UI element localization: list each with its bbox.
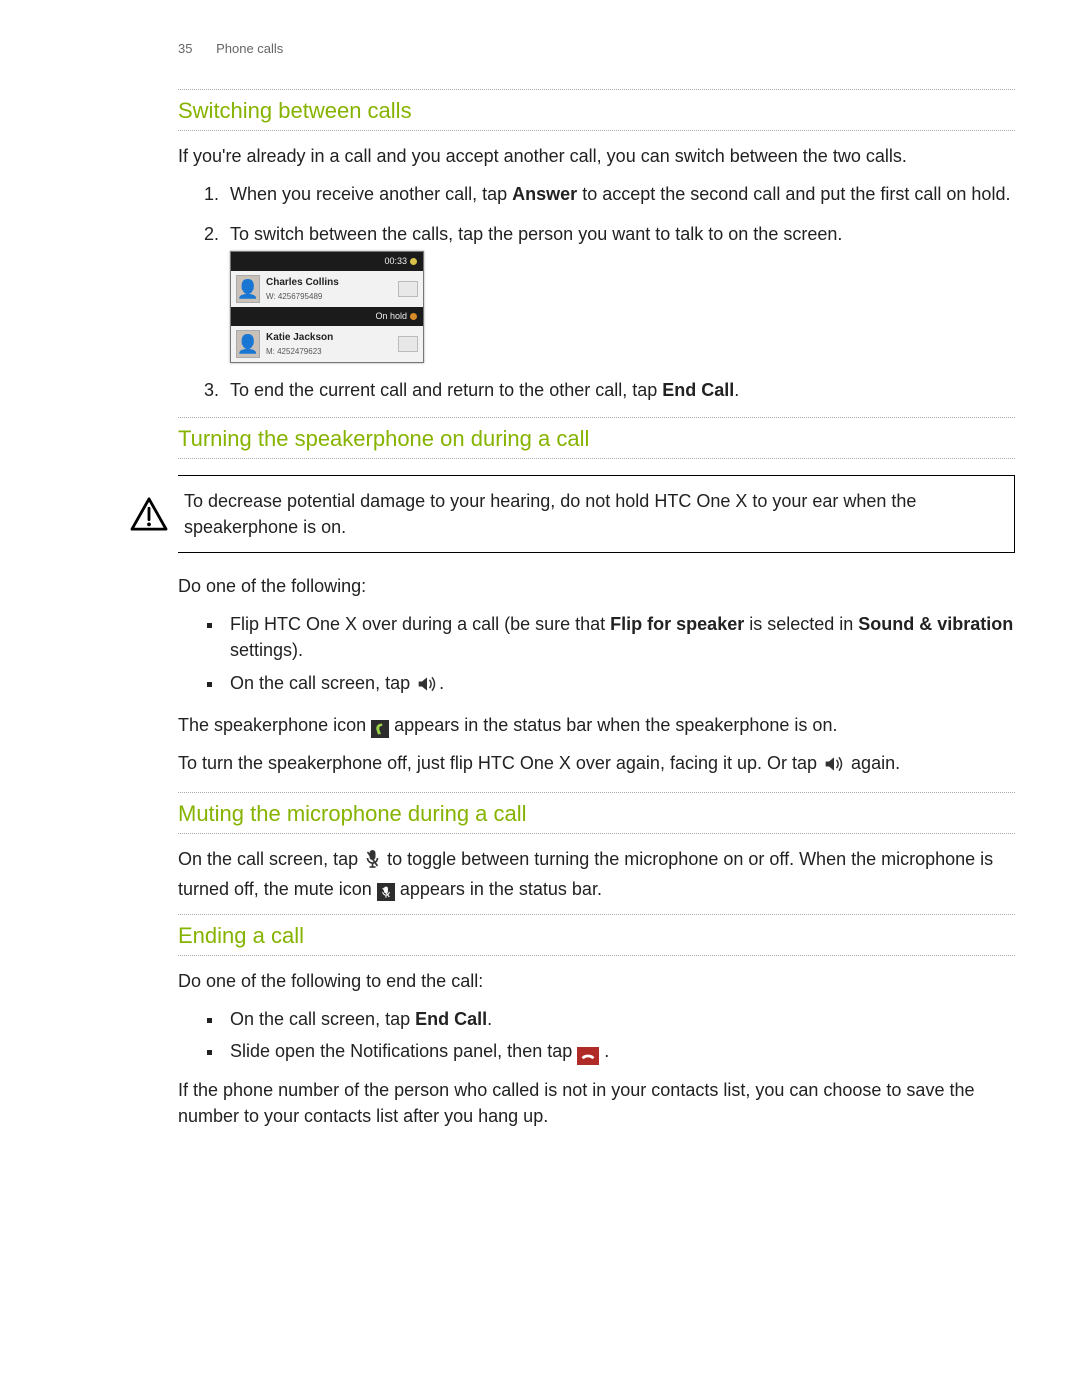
avatar: 👤 [236,330,260,358]
call-timer-bar: 00:33 [231,252,423,271]
avatar: 👤 [236,275,260,303]
active-call-row: 👤 Charles Collins W: 4256795489 [231,271,423,307]
muting-paragraph: On the call screen, tap to toggle betwee… [178,846,1015,902]
call-switch-screenshot: 00:33 👤 Charles Collins W: 4256795489 On… [230,251,424,363]
warning-icon [130,497,168,531]
speakerphone-option-tap: On the call screen, tap . [224,670,1015,700]
speakerphone-lead: Do one of the following: [178,573,1015,599]
speakerphone-option-flip: Flip HTC One X over during a call (be su… [224,611,1015,663]
mute-status-icon [377,883,395,901]
switching-intro: If you're already in a call and you acce… [178,143,1015,169]
switching-step-3: To end the current call and return to th… [224,377,1015,403]
section-name: Phone calls [216,41,283,56]
speaker-icon [417,674,437,700]
speaker-icon [824,754,844,780]
speakerphone-status-note: The speakerphone icon appears in the sta… [178,712,1015,738]
ending-option-endcall: On the call screen, tap End Call. [224,1006,1015,1032]
heading-muting: Muting the microphone during a call [178,793,1015,830]
ending-option-notification: Slide open the Notifications panel, then… [224,1038,1015,1065]
speakerphone-off-note: To turn the speakerphone off, just flip … [178,750,1015,780]
page-number: 35 [178,41,192,56]
switching-step-1: When you receive another call, tap Answe… [224,181,1015,207]
switching-step-2: To switch between the calls, tap the per… [224,221,1015,363]
speakerphone-status-icon [371,720,389,738]
ending-footer: If the phone number of the person who ca… [178,1077,1015,1129]
caution-box: To decrease potential damage to your hea… [178,475,1015,553]
heading-ending: Ending a call [178,915,1015,952]
hold-bar: On hold [231,307,423,326]
hold-call-row: 👤 Katie Jackson M: 4252479623 [231,326,423,362]
end-call-icon [577,1047,599,1065]
heading-switching: Switching between calls [178,90,1015,127]
ending-lead: Do one of the following to end the call: [178,968,1015,994]
heading-speakerphone: Turning the speakerphone on during a cal… [178,418,1015,455]
page-header: 35 Phone calls [178,40,1015,59]
mute-icon [365,849,380,876]
